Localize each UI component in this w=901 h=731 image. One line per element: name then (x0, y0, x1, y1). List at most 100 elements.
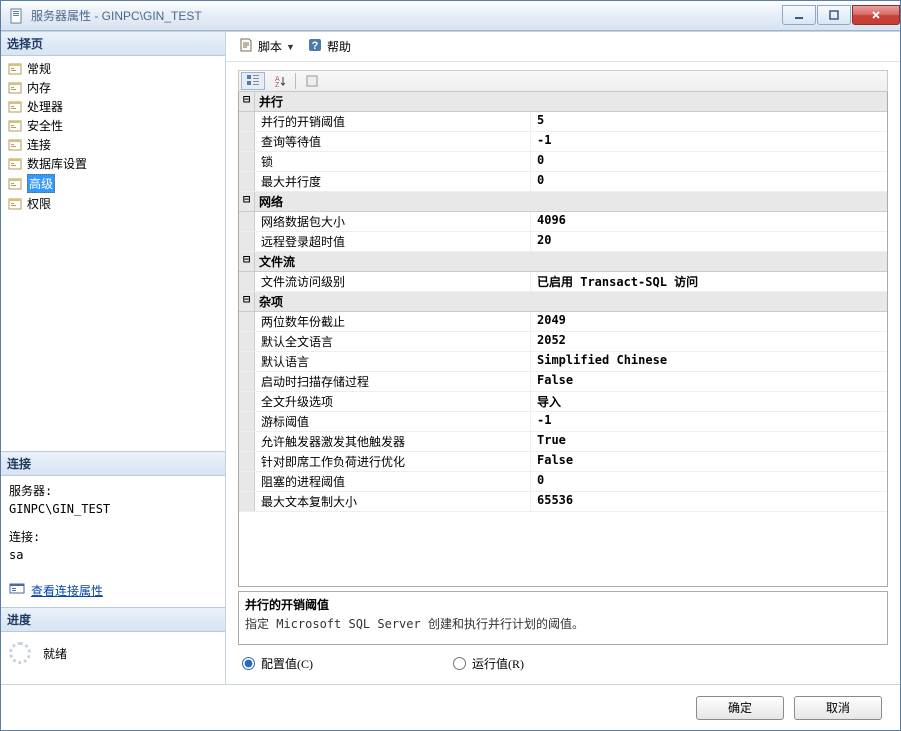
property-value[interactable]: False (531, 452, 887, 471)
running-label: 运行值(R) (472, 655, 524, 672)
property-name: 针对即席工作负荷进行优化 (255, 452, 531, 471)
cancel-button[interactable]: 取消 (794, 696, 882, 720)
property-row[interactable]: 全文升级选项导入 (239, 392, 887, 412)
configured-value-radio[interactable]: 配置值(C) (242, 655, 313, 672)
property-name: 网络数据包大小 (255, 212, 531, 231)
property-row[interactable]: 游标阈值-1 (239, 412, 887, 432)
view-connection-properties-link[interactable]: 查看连接属性 (9, 580, 103, 601)
property-row[interactable]: 文件流访问级别已启用 Transact-SQL 访问 (239, 272, 887, 292)
value-mode-row: 配置值(C) 运行值(R) (238, 645, 888, 680)
property-name: 查询等待值 (255, 132, 531, 151)
property-value[interactable]: 2052 (531, 332, 887, 351)
sidebar-item[interactable]: 安全性 (5, 116, 221, 135)
sidebar-item[interactable]: 权限 (5, 194, 221, 213)
server-value: GINPC\GIN_TEST (9, 500, 217, 518)
sidebar-item[interactable]: 数据库设置 (5, 154, 221, 173)
alphabetical-button[interactable]: AZ (267, 72, 291, 90)
collapse-icon[interactable]: ⊟ (239, 252, 255, 271)
property-row[interactable]: 针对即席工作负荷进行优化False (239, 452, 887, 472)
property-row[interactable]: 网络数据包大小4096 (239, 212, 887, 232)
help-button[interactable]: ? 帮助 (303, 35, 355, 58)
sidebar-item[interactable]: 连接 (5, 135, 221, 154)
connection-header: 连接 (1, 452, 225, 476)
property-value[interactable]: False (531, 372, 887, 391)
property-value[interactable]: -1 (531, 132, 887, 151)
property-grid[interactable]: ⊟并行并行的开销阈值5查询等待值-1锁0最大并行度0⊟网络网络数据包大小4096… (238, 92, 888, 587)
property-pages-button[interactable] (300, 72, 324, 90)
page-icon (7, 196, 23, 212)
page-icon (7, 61, 23, 77)
sidebar-item[interactable]: 内存 (5, 78, 221, 97)
property-grid-toolbar: AZ (238, 70, 888, 92)
progress-status: 就绪 (43, 645, 67, 662)
page-list: 常规内存处理器安全性连接数据库设置高级权限 (1, 56, 225, 216)
category-row[interactable]: ⊟杂项 (239, 292, 887, 312)
close-button[interactable] (852, 5, 900, 25)
property-row[interactable]: 启动时扫描存储过程False (239, 372, 887, 392)
category-label: 文件流 (255, 252, 299, 271)
ok-button[interactable]: 确定 (696, 696, 784, 720)
property-value[interactable]: 4096 (531, 212, 887, 231)
property-name: 最大并行度 (255, 172, 531, 191)
script-button[interactable]: 脚本 ▼ (234, 35, 299, 58)
server-label: 服务器: (9, 482, 217, 500)
property-value[interactable]: 0 (531, 152, 887, 171)
property-value[interactable]: Simplified Chinese (531, 352, 887, 371)
progress-spinner-icon (9, 642, 31, 664)
collapse-icon[interactable]: ⊟ (239, 292, 255, 311)
property-name: 锁 (255, 152, 531, 171)
property-name: 文件流访问级别 (255, 272, 531, 291)
progress-header: 进度 (1, 608, 225, 632)
property-name: 启动时扫描存储过程 (255, 372, 531, 391)
property-value[interactable]: 2049 (531, 312, 887, 331)
property-row[interactable]: 远程登录超时值20 (239, 232, 887, 252)
category-row[interactable]: ⊟并行 (239, 92, 887, 112)
categorized-button[interactable] (241, 72, 265, 90)
titlebar[interactable]: 服务器属性 - GINPC\GIN_TEST (1, 1, 900, 31)
svg-text:?: ? (312, 40, 319, 52)
property-row[interactable]: 最大文本复制大小65536 (239, 492, 887, 512)
sidebar: 选择页 常规内存处理器安全性连接数据库设置高级权限 连接 服务器: GINPC\… (1, 32, 226, 684)
property-row[interactable]: 允许触发器激发其他触发器True (239, 432, 887, 452)
category-label: 网络 (255, 192, 287, 211)
property-name: 默认全文语言 (255, 332, 531, 351)
property-row[interactable]: 阻塞的进程阈值0 (239, 472, 887, 492)
maximize-button[interactable] (817, 5, 851, 25)
property-name: 全文升级选项 (255, 392, 531, 411)
property-value[interactable]: True (531, 432, 887, 451)
property-value[interactable]: 已启用 Transact-SQL 访问 (531, 272, 887, 291)
help-icon: ? (307, 37, 323, 56)
window-title: 服务器属性 - GINPC\GIN_TEST (31, 7, 782, 24)
sidebar-item[interactable]: 高级 (5, 173, 221, 194)
connection-label: 连接: (9, 528, 217, 546)
property-value[interactable]: 65536 (531, 492, 887, 511)
sidebar-item-label: 常规 (27, 60, 51, 77)
collapse-icon[interactable]: ⊟ (239, 92, 255, 111)
running-value-radio[interactable]: 运行值(R) (453, 655, 524, 672)
property-value[interactable]: 5 (531, 112, 887, 131)
property-name: 游标阈值 (255, 412, 531, 431)
property-row[interactable]: 最大并行度0 (239, 172, 887, 192)
category-row[interactable]: ⊟网络 (239, 192, 887, 212)
help-label: 帮助 (327, 38, 351, 55)
minimize-button[interactable] (782, 5, 816, 25)
property-value[interactable]: 0 (531, 472, 887, 491)
property-value[interactable]: 20 (531, 232, 887, 251)
property-row[interactable]: 默认全文语言2052 (239, 332, 887, 352)
property-value[interactable]: 0 (531, 172, 887, 191)
description-box: 并行的开销阈值 指定 Microsoft SQL Server 创建和执行并行计… (238, 591, 888, 645)
sidebar-header: 选择页 (1, 32, 225, 56)
property-name: 最大文本复制大小 (255, 492, 531, 511)
property-value[interactable]: 导入 (531, 392, 887, 411)
property-row[interactable]: 默认语言Simplified Chinese (239, 352, 887, 372)
property-value[interactable]: -1 (531, 412, 887, 431)
property-row[interactable]: 并行的开销阈值5 (239, 112, 887, 132)
property-row[interactable]: 查询等待值-1 (239, 132, 887, 152)
property-row[interactable]: 两位数年份截止2049 (239, 312, 887, 332)
category-row[interactable]: ⊟文件流 (239, 252, 887, 272)
sidebar-item[interactable]: 常规 (5, 59, 221, 78)
property-row[interactable]: 锁0 (239, 152, 887, 172)
property-name: 两位数年份截止 (255, 312, 531, 331)
sidebar-item[interactable]: 处理器 (5, 97, 221, 116)
collapse-icon[interactable]: ⊟ (239, 192, 255, 211)
